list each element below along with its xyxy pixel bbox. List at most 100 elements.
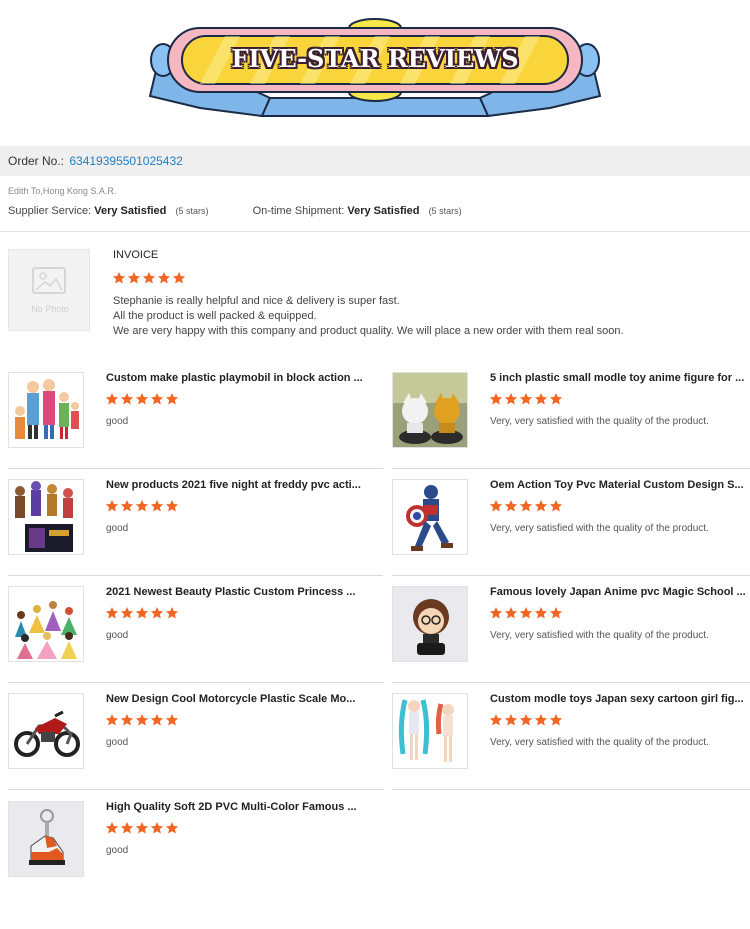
product-star-rating [105,392,179,406]
star-icon [534,714,548,726]
product-star-rating [105,713,179,727]
star-icon [549,607,563,619]
product-review-item[interactable]: New Design Cool Motorcycle Plastic Scale… [8,693,383,790]
star-icon [105,393,119,405]
princess-figures-image [15,601,77,659]
no-photo-placeholder: No Photo [8,249,90,331]
star-icon [150,393,164,405]
product-thumbnail[interactable] [392,479,468,555]
star-icon [519,714,533,726]
product-title[interactable]: 5 inch plastic small modle toy anime fig… [490,372,750,384]
product-thumbnail[interactable] [8,479,84,555]
captain-figure-image [406,485,453,551]
star-icon [120,393,134,405]
product-star-rating [105,606,179,620]
product-review-comment: Very, very satisfied with the quality of… [490,416,709,427]
product-thumbnail[interactable] [392,372,468,448]
product-review-item[interactable]: Custom modle toys Japan sexy cartoon gir… [392,693,750,790]
product-review-item[interactable]: 2021 Newest Beauty Plastic Custom Prince… [8,586,383,683]
star-icon [135,607,149,619]
star-icon [165,822,179,834]
product-review-comment: Very, very satisfied with the quality of… [490,737,709,748]
invoice-review-line: All the product is well packed & equippe… [113,310,317,322]
invoice-review-line: We are very happy with this company and … [113,325,624,337]
star-icon [519,393,533,405]
star-icon [504,393,518,405]
product-title[interactable]: Custom make plastic playmobil in block a… [106,372,371,384]
order-label: Order No.: [8,154,65,168]
product-thumbnail[interactable] [8,372,84,448]
star-icon [120,607,134,619]
star-icon [504,607,518,619]
product-review-item[interactable]: Custom make plastic playmobil in block a… [8,372,383,469]
playmobil-figures-image [15,379,79,439]
no-photo-label: No Photo [31,304,69,314]
product-review-comment: good [106,845,129,856]
product-thumbnail[interactable] [8,801,84,877]
product-review-item[interactable]: Oem Action Toy Pvc Material Custom Desig… [392,479,750,576]
sneaker-keychain-image [29,809,65,865]
invoice-star-rating [112,271,186,285]
star-icon [519,607,533,619]
star-icon [127,272,141,284]
product-review-item[interactable]: 5 inch plastic small modle toy anime fig… [392,372,750,469]
star-icon [504,714,518,726]
star-icon [504,500,518,512]
order-number-bar: Order No.: 63419395501025432 [0,146,750,176]
anime-girl-figures-image [398,699,454,762]
star-icon [150,607,164,619]
anime-car-figures-image [393,373,467,447]
product-thumbnail[interactable] [392,693,468,769]
star-icon [489,607,503,619]
star-icon [534,500,548,512]
star-icon [105,607,119,619]
star-icon [157,272,171,284]
product-title[interactable]: 2021 Newest Beauty Plastic Custom Prince… [106,586,371,598]
product-title[interactable]: Oem Action Toy Pvc Material Custom Desig… [490,479,750,491]
image-placeholder-icon [32,267,66,294]
shipment-stars: (5 stars) [428,206,462,216]
product-title[interactable]: Famous lovely Japan Anime pvc Magic Scho… [490,586,750,598]
product-review-comment: good [106,523,129,534]
star-icon [142,272,156,284]
product-star-rating [489,392,563,406]
star-icon [135,500,149,512]
product-review-item[interactable]: High Quality Soft 2D PVC Multi-Color Fam… [8,801,383,898]
shipment-label: On-time Shipment: [252,205,345,217]
product-title[interactable]: Custom modle toys Japan sexy cartoon gir… [490,693,750,705]
star-icon [112,272,126,284]
buyer-location: Edith To,Hong Kong S.A.R. [8,186,117,196]
order-number-link[interactable]: 63419395501025432 [69,154,182,168]
star-icon [165,393,179,405]
product-thumbnail[interactable] [392,586,468,662]
invoice-review-line: Stephanie is really helpful and nice & d… [113,295,400,307]
wizard-figure-image [413,599,449,655]
product-review-comment: Very, very satisfied with the quality of… [490,523,709,534]
star-icon [150,500,164,512]
star-icon [135,714,149,726]
supplier-service-stars: (5 stars) [175,206,209,216]
star-icon [549,393,563,405]
product-review-item[interactable]: Famous lovely Japan Anime pvc Magic Scho… [392,586,750,683]
star-icon [165,714,179,726]
star-icon [135,393,149,405]
product-thumbnail[interactable] [8,586,84,662]
order-ratings: Supplier Service: Very Satisfied (5 star… [8,205,462,217]
product-review-comment: good [106,737,129,748]
star-icon [105,500,119,512]
star-icon [489,714,503,726]
star-icon [489,500,503,512]
star-icon [150,822,164,834]
product-star-rating [105,821,179,835]
star-icon [165,500,179,512]
product-review-comment: Very, very satisfied with the quality of… [490,630,709,641]
product-star-rating [489,499,563,513]
shipment-value: Very Satisfied [347,205,420,217]
product-title[interactable]: New Design Cool Motorcycle Plastic Scale… [106,693,371,705]
star-icon [489,393,503,405]
product-title[interactable]: High Quality Soft 2D PVC Multi-Color Fam… [106,801,371,813]
product-review-item[interactable]: New products 2021 five night at freddy p… [8,479,383,576]
product-thumbnail[interactable] [8,693,84,769]
freddy-figures-image [15,481,73,552]
product-title[interactable]: New products 2021 five night at freddy p… [106,479,371,491]
